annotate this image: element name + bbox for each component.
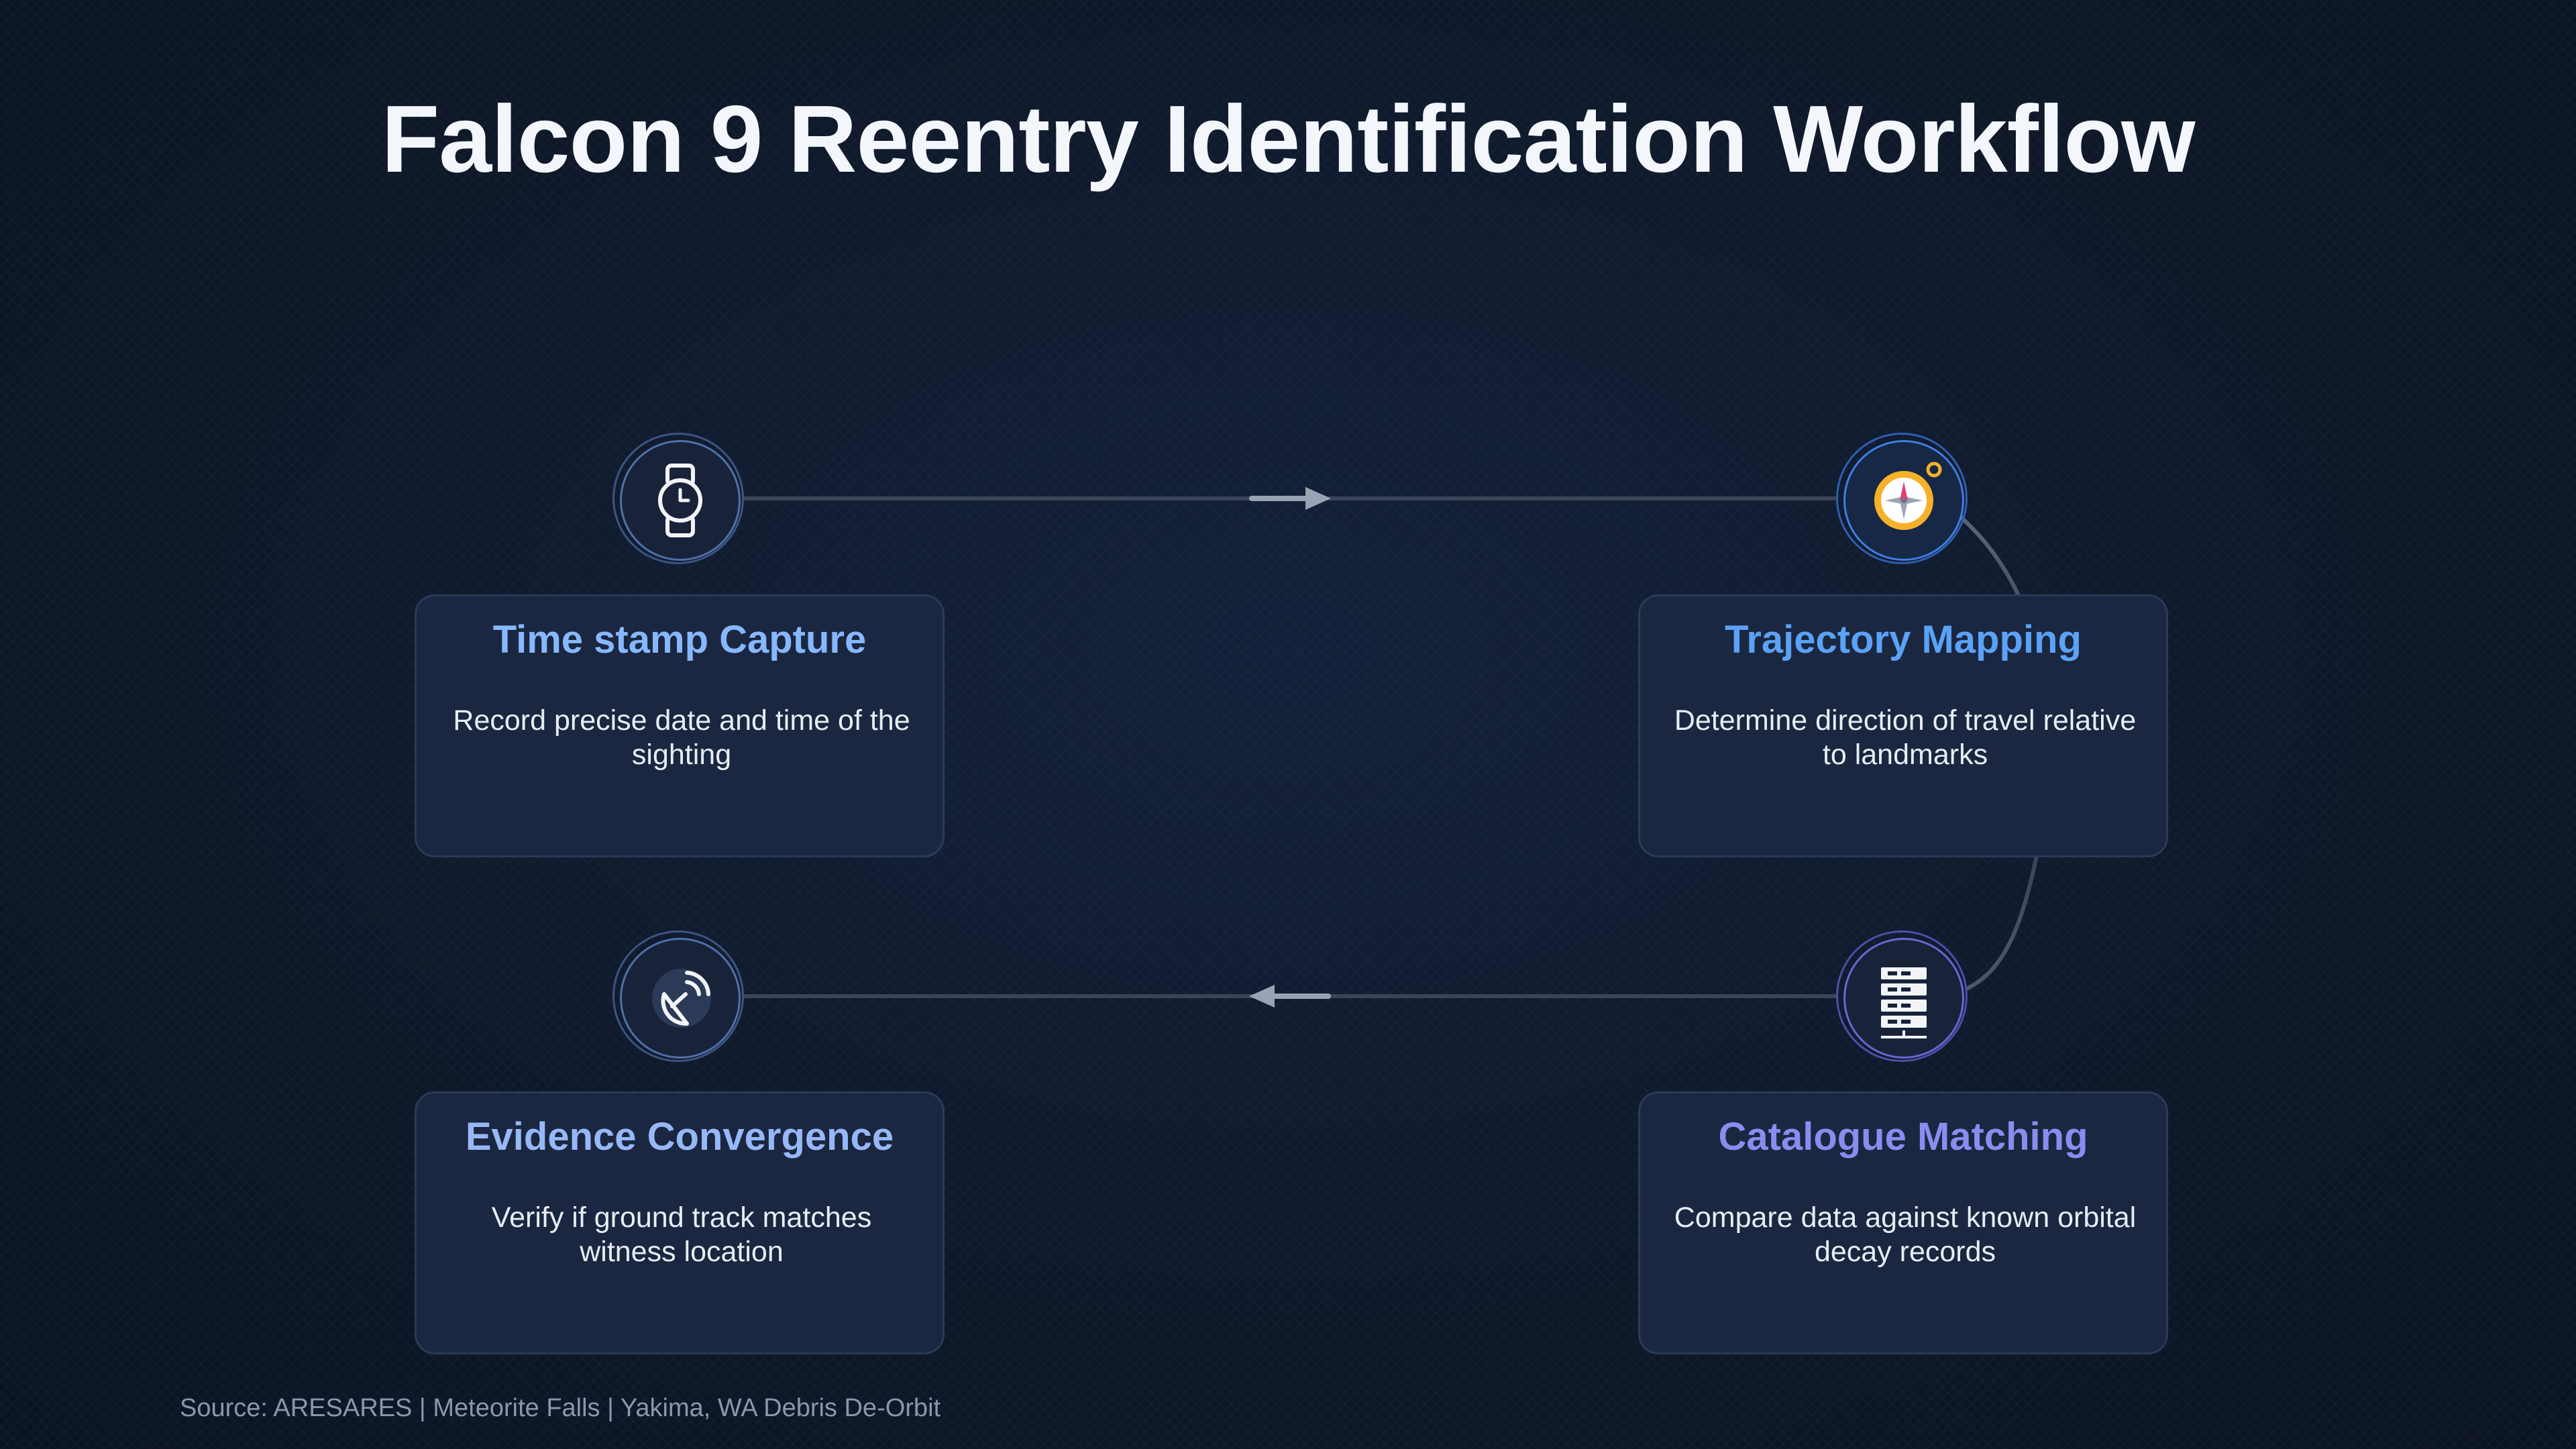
satellite-dish-icon bbox=[652, 969, 711, 1028]
server-icon bbox=[1881, 967, 1927, 1038]
step-description: Verify if ground track matches witness l… bbox=[491, 1201, 872, 1268]
step-card-evidence: Evidence Convergence Verify if ground tr… bbox=[415, 1091, 945, 1354]
step-node-timestamp bbox=[612, 433, 744, 564]
step-title: Time stamp Capture bbox=[492, 618, 867, 661]
workflow-connectors bbox=[743, 487, 2051, 1008]
step-title: Catalogue Matching bbox=[1718, 1115, 2088, 1159]
source-caption: Source: ARESARES | Meteorite Falls | Yak… bbox=[180, 1394, 941, 1422]
step-node-trajectory bbox=[1836, 433, 1968, 564]
step-description: Compare data against known orbital decay… bbox=[1674, 1201, 2137, 1268]
step-node-evidence bbox=[612, 930, 744, 1062]
flow-arrow-left-icon bbox=[1249, 985, 1331, 1008]
step-title: Evidence Convergence bbox=[465, 1115, 894, 1159]
step-card-timestamp: Time stamp Capture Record precise date a… bbox=[415, 594, 945, 857]
step-node-catalogue bbox=[1836, 930, 1968, 1062]
watch-icon bbox=[658, 464, 702, 537]
step-card-catalogue: Catalogue Matching Compare data against … bbox=[1638, 1091, 2168, 1354]
step-description: Determine direction of travel relative t… bbox=[1674, 704, 2137, 771]
step-card-trajectory: Trajectory Mapping Determine direction o… bbox=[1638, 594, 2168, 857]
flow-arrow-right-icon bbox=[1249, 487, 1331, 510]
step-title: Trajectory Mapping bbox=[1725, 618, 2082, 661]
compass-icon bbox=[1874, 462, 1942, 530]
step-description: Record precise date and time of the sigh… bbox=[453, 704, 910, 771]
